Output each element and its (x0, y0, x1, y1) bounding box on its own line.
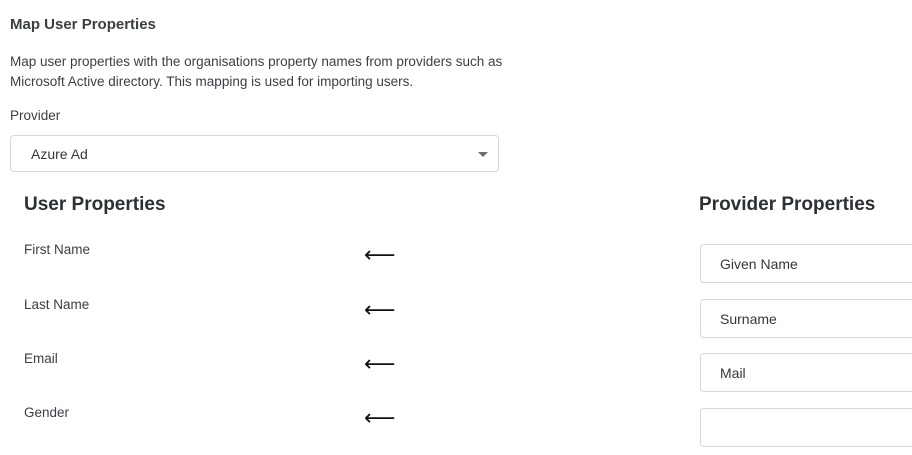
left-arrow-icon: ⟵ (364, 352, 396, 377)
user-property-label: Last Name (24, 297, 90, 312)
user-property-label: Gender (24, 405, 70, 420)
user-property-label: First Name (24, 242, 91, 257)
provider-select-value: Azure Ad (31, 146, 88, 162)
provider-property-value: Surname (720, 311, 777, 327)
provider-property-input[interactable] (700, 408, 912, 447)
provider-label: Provider (10, 108, 61, 123)
provider-property-value: Given Name (720, 256, 798, 272)
page-description: Map user properties with the organisatio… (10, 54, 503, 89)
provider-property-input[interactable]: Surname (700, 299, 912, 338)
provider-property-value: Mail (720, 365, 746, 381)
provider-properties-heading: Provider Properties (699, 194, 876, 215)
provider-property-input[interactable]: Given Name (700, 244, 912, 283)
user-property-label: Email (24, 351, 58, 366)
chevron-down-icon (478, 152, 488, 157)
left-arrow-icon: ⟵ (364, 243, 396, 268)
left-arrow-icon: ⟵ (364, 298, 396, 323)
page-title: Map User Properties (10, 16, 156, 33)
user-properties-heading: User Properties (24, 194, 166, 215)
left-arrow-icon: ⟵ (364, 406, 396, 431)
provider-select[interactable]: Azure Ad (10, 135, 499, 172)
provider-property-input[interactable]: Mail (700, 353, 912, 392)
